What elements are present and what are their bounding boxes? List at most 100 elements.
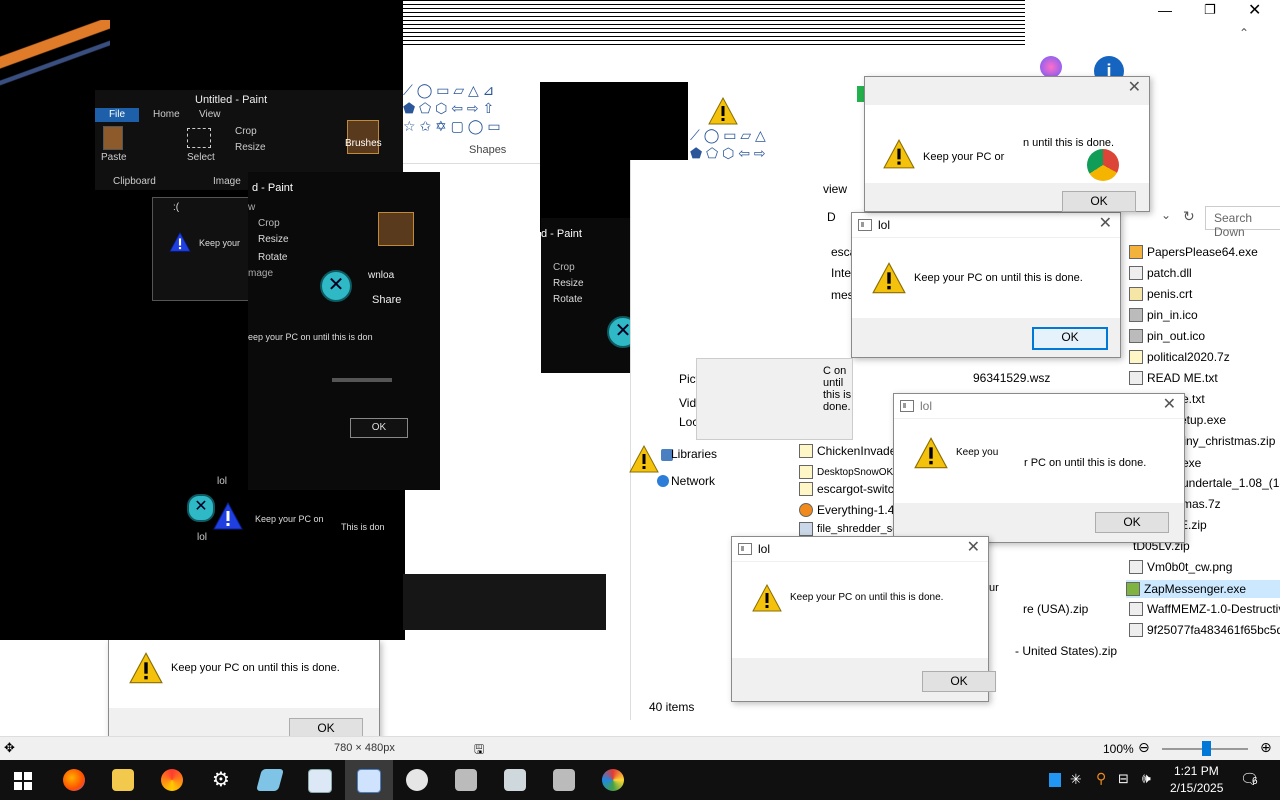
- dialog-titlebar[interactable]: lol: [894, 394, 1184, 418]
- tab-home[interactable]: Home: [153, 109, 180, 120]
- paint-title-fragment: d - Paint: [252, 182, 293, 194]
- list-item[interactable]: READ ME.txt: [1129, 371, 1218, 385]
- app-icon[interactable]: [455, 769, 477, 791]
- list-item[interactable]: WaffMEMZ-1.0-Destructiv: [1129, 602, 1280, 616]
- chevron-down-icon[interactable]: ⌄: [1161, 208, 1171, 222]
- rotate-label[interactable]: Rotate: [553, 294, 582, 305]
- dialog-titlebar[interactable]: lol: [852, 213, 1120, 237]
- list-item[interactable]: 9f25077fa483461f65bc5d3: [1129, 623, 1280, 637]
- list-item[interactable]: DesktopSnowOK: [799, 465, 893, 479]
- file-fragment[interactable]: undertale_1.08_(183: [1182, 476, 1280, 490]
- file-fragment[interactable]: etup.exe: [1180, 413, 1226, 427]
- clock-time[interactable]: 1:21 PM: [1174, 764, 1219, 778]
- select-icon[interactable]: [187, 128, 211, 148]
- sidebar-item-libraries[interactable]: Libraries: [671, 447, 717, 461]
- list-item[interactable]: penis.crt: [1129, 287, 1192, 301]
- paint3d-icon[interactable]: [1040, 56, 1062, 78]
- list-item[interactable]: PapersPlease64.exe: [1129, 245, 1258, 259]
- nav-fragment[interactable]: Vid: [679, 396, 696, 410]
- breadcrumb[interactable]: D: [827, 210, 836, 224]
- sidebar-item-network[interactable]: Network: [671, 474, 715, 488]
- dialog-window: lol ✕ Keep you r PC on until this is don…: [893, 393, 1185, 543]
- shape-glyph[interactable]: ☆ ✩ ✡ ▢ ◯ ▭: [403, 118, 501, 135]
- list-item[interactable]: ZapMessenger.exe: [1126, 580, 1280, 598]
- crop-label[interactable]: Crop: [553, 262, 575, 273]
- close-icon[interactable]: ✕: [1248, 0, 1261, 20]
- clock-date[interactable]: 2/15/2025: [1170, 781, 1223, 795]
- start-button[interactable]: [14, 772, 32, 790]
- file-fragment[interactable]: ur: [989, 582, 999, 594]
- volume-icon[interactable]: 🕪: [1142, 770, 1151, 787]
- crop-label[interactable]: Crop: [235, 126, 257, 137]
- share-label[interactable]: Share: [372, 294, 401, 306]
- app-icon[interactable]: [504, 769, 526, 791]
- app-icon[interactable]: [256, 769, 284, 791]
- shape-glyph[interactable]: ⟋ ◯ ▭ ▱ △ ⊿: [403, 82, 494, 99]
- list-item[interactable]: ChickenInvaders: [799, 444, 906, 458]
- tab-view[interactable]: View: [199, 109, 221, 120]
- tray-search-icon[interactable]: ⚲: [1096, 770, 1106, 787]
- resize-label[interactable]: Resize: [258, 234, 289, 245]
- crop-label[interactable]: Crop: [258, 218, 280, 229]
- file-fragment[interactable]: tiny_christmas.zip: [1180, 434, 1275, 448]
- firefox-icon[interactable]: [63, 769, 85, 791]
- dialog-titlebar[interactable]: lol: [732, 537, 988, 561]
- paint-icon[interactable]: [602, 769, 624, 791]
- brushes-icon[interactable]: [378, 212, 414, 246]
- dialog-message: eep your PC on until this is don: [248, 332, 373, 342]
- file-fragment[interactable]: - United States).zip: [1015, 644, 1117, 658]
- file-fragment[interactable]: mas.7z: [1182, 497, 1221, 511]
- file-fragment[interactable]: Inte: [831, 266, 851, 280]
- maximize-icon[interactable]: ❐: [1204, 2, 1216, 18]
- app-icon[interactable]: [308, 769, 332, 793]
- ok-button[interactable]: OK: [922, 671, 996, 692]
- paste-icon[interactable]: [103, 126, 123, 150]
- shape-glyph[interactable]: ⬟ ⬠ ⬡ ⇦ ⇨ ⇧: [403, 100, 494, 117]
- close-icon[interactable]: ✕: [1163, 397, 1176, 413]
- zoom-in-button[interactable]: ⊕: [1260, 739, 1272, 756]
- resize-label[interactable]: Resize: [235, 142, 266, 153]
- search-input[interactable]: Search Down: [1205, 206, 1280, 239]
- tray-app-icon[interactable]: [1049, 773, 1061, 787]
- ok-button[interactable]: OK: [1095, 512, 1169, 533]
- app-icon[interactable]: [357, 769, 381, 793]
- list-item[interactable]: Everything-1.4.1: [799, 503, 904, 517]
- resize-label[interactable]: Resize: [553, 278, 584, 289]
- zoom-slider-thumb[interactable]: [1202, 741, 1211, 756]
- browser-icon[interactable]: [161, 769, 183, 791]
- vivaldi-icon[interactable]: [406, 769, 428, 791]
- file-icon: [1129, 329, 1143, 343]
- list-item[interactable]: pin_in.ico: [1129, 308, 1198, 322]
- close-icon[interactable]: ✕: [967, 540, 980, 556]
- shape-glyph[interactable]: ⟋ ◯ ▭ ▱ △: [690, 127, 766, 144]
- select-label[interactable]: Select: [187, 152, 215, 163]
- tray-snowflake-icon[interactable]: ✳: [1070, 771, 1082, 788]
- warning-icon: [914, 437, 948, 472]
- ok-button[interactable]: OK: [1032, 327, 1108, 350]
- view-tab-fragment[interactable]: view: [823, 182, 847, 196]
- ok-button[interactable]: OK: [1062, 191, 1136, 212]
- close-icon[interactable]: ✕: [1099, 216, 1112, 232]
- file-explorer-icon[interactable]: [112, 769, 134, 791]
- chevron-up-icon[interactable]: ⌃: [1239, 26, 1249, 40]
- list-item[interactable]: Vm0b0t_cw.png: [1129, 560, 1232, 574]
- list-item[interactable]: patch.dll: [1129, 266, 1192, 280]
- list-item[interactable]: escargot-switch: [799, 482, 900, 496]
- app-icon[interactable]: [553, 769, 575, 791]
- refresh-icon[interactable]: ↻: [1183, 208, 1195, 225]
- tab-file[interactable]: File: [95, 108, 139, 122]
- list-item[interactable]: political2020.7z: [1129, 350, 1230, 364]
- file-fragment[interactable]: 96341529.wsz: [973, 371, 1050, 385]
- minimize-icon[interactable]: —: [1158, 2, 1172, 18]
- settings-icon[interactable]: ⚙: [210, 769, 232, 791]
- close-icon[interactable]: ✕: [1128, 80, 1141, 96]
- paste-label[interactable]: Paste: [101, 152, 127, 163]
- brushes-label[interactable]: Brushes: [345, 138, 382, 149]
- file-fragment[interactable]: e.txt: [1182, 392, 1205, 406]
- zoom-out-button[interactable]: ⊖: [1138, 739, 1150, 756]
- file-fragment[interactable]: re (USA).zip: [1023, 602, 1088, 616]
- list-item[interactable]: pin_out.ico: [1129, 329, 1205, 343]
- network-icon[interactable]: ⊟: [1118, 771, 1129, 787]
- dialog-ok-button[interactable]: OK: [350, 418, 408, 438]
- rotate-label[interactable]: Rotate: [258, 252, 287, 263]
